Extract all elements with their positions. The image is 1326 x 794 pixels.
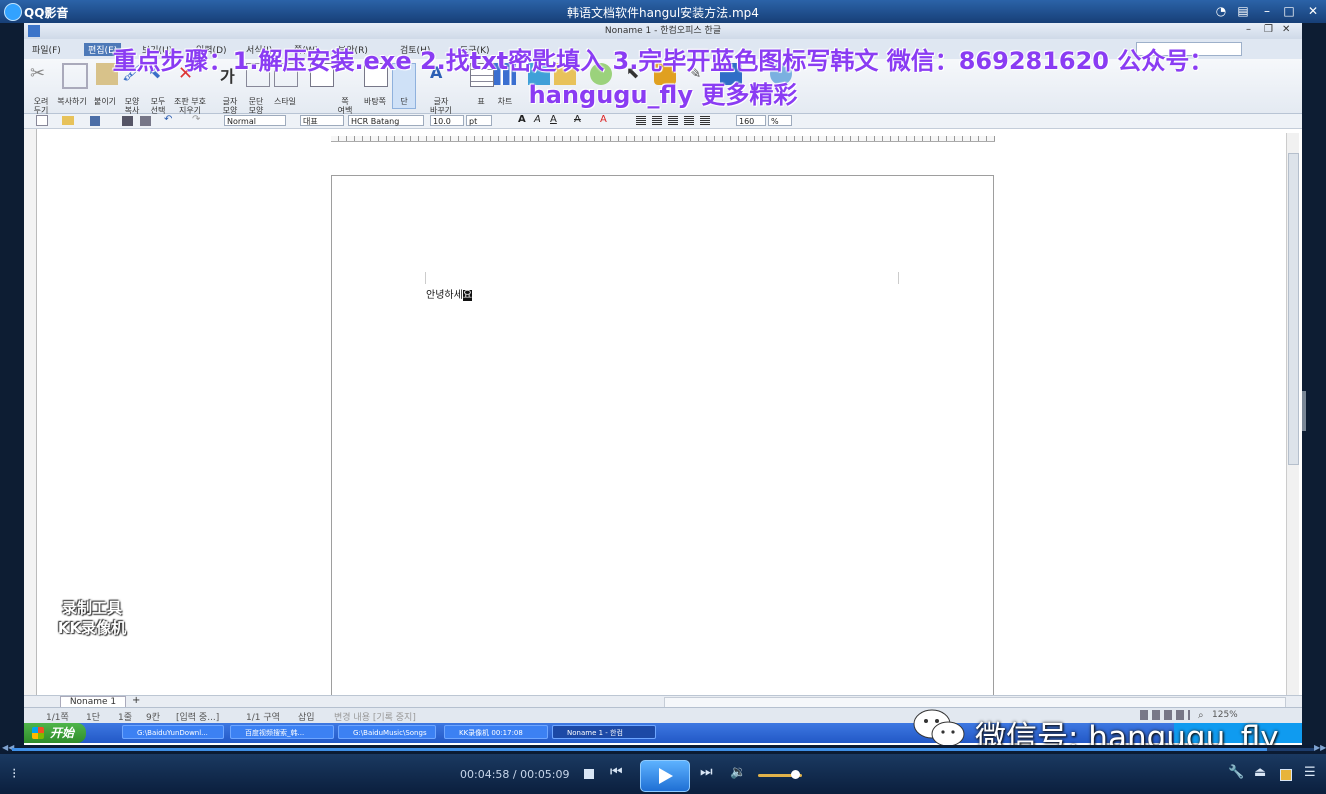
font-size-input[interactable]: 10.0 (430, 115, 464, 126)
horizontal-ruler (331, 129, 995, 142)
recorder-watermark-line-1: 录制工具 (61, 599, 122, 617)
redo-icon[interactable]: ↷ (192, 114, 200, 125)
recorder-watermark-line-2: KK录像机 (57, 619, 127, 637)
justify-icon[interactable] (636, 116, 646, 125)
seek-bar[interactable]: ◀◀ ▶▶ (0, 743, 1326, 754)
document-page[interactable]: 안녕하세요 (331, 175, 994, 721)
status-track-changes[interactable]: 변경 내용 [기록 중지] (334, 710, 416, 723)
playlist-icon[interactable]: ☰ (1304, 765, 1316, 780)
caption-line-1: 重点步骤：1.解压安装.exe 2.找txt密匙填入 3.完毕开蓝色图标写韩文 … (112, 47, 1214, 75)
distribute-icon[interactable] (700, 116, 710, 125)
vertical-ruler (24, 129, 37, 719)
font-select[interactable]: HCR Batang (348, 115, 424, 126)
total-time: 00:05:09 (520, 768, 570, 781)
time-separator: / (509, 768, 521, 781)
play-icon (659, 768, 673, 784)
player-title-bar: QQ影音 韩语文档软件hangul安装方法.mp4 ◔ ▤ – □ ✕ (0, 0, 1326, 23)
hangul-close-button[interactable]: ✕ (1282, 24, 1290, 35)
settings-wrench-icon[interactable]: 🔧 (1228, 765, 1244, 780)
font-color-icon[interactable]: A (600, 114, 607, 125)
play-button[interactable] (640, 760, 690, 792)
caption-line-2: hangugu_fly 更多精彩 (528, 81, 798, 109)
previous-button[interactable]: ⏮ (610, 764, 623, 780)
status-line: 1줄 (118, 713, 133, 723)
language-select[interactable]: 대표 (300, 115, 344, 126)
status-char: 9칸 (146, 713, 161, 723)
undo-icon[interactable]: ↶ (164, 114, 172, 125)
next-button[interactable]: ⏭ (700, 764, 713, 780)
align-left-icon[interactable] (652, 116, 662, 125)
video-border-right (1300, 23, 1326, 745)
save-icon[interactable] (90, 116, 100, 126)
video-border-left (0, 23, 24, 745)
skin-icon[interactable] (1280, 769, 1292, 781)
italic-icon[interactable]: A (534, 114, 541, 125)
volume-knob[interactable] (790, 770, 800, 779)
margin-mark-left (425, 272, 426, 284)
player-file-title: 韩语文档软件hangul安装方法.mp4 (567, 6, 759, 20)
taskbar-item-browser[interactable]: 百度视频搜索_韩... (230, 725, 334, 739)
minimize-button[interactable]: – (1258, 3, 1276, 19)
format-toolbar: ↶ ↷ Normal 대표 HCR Batang 10.0 pt A A A A… (24, 114, 1302, 129)
line-spacing-unit[interactable]: % (768, 115, 792, 126)
vertical-scrollbar[interactable] (1286, 133, 1299, 719)
recorder-watermark: 录制工具 KK录像机 (46, 598, 138, 638)
status-input-state: [입력 중...] (176, 713, 220, 723)
taskbar-item-recorder[interactable]: KK录像机 00:17:08 (444, 725, 548, 739)
hangul-restore-button[interactable]: ❐ (1264, 24, 1273, 35)
scrollbar-thumb[interactable] (1288, 153, 1299, 465)
maximize-button[interactable]: □ (1280, 3, 1298, 19)
bold-icon[interactable]: A (518, 114, 526, 125)
document-workarea: 안녕하세요 (24, 129, 1302, 721)
current-time: 00:04:58 (460, 768, 510, 781)
seek-forward-icon[interactable]: ▶▶ (1314, 743, 1326, 752)
underline-icon[interactable]: A (550, 114, 557, 125)
status-page: 1/1쪽 (46, 713, 69, 723)
align-right-icon[interactable] (684, 116, 694, 125)
menu-icon[interactable]: ▤ (1234, 3, 1252, 19)
chat-icon[interactable]: ◔ (1212, 3, 1230, 19)
stop-button[interactable] (584, 769, 594, 779)
seek-progress-fill (12, 748, 1268, 751)
print-icon[interactable] (122, 116, 133, 126)
status-section: 1/1 구역 (246, 713, 280, 723)
style-select[interactable]: Normal (224, 115, 286, 126)
line-spacing-input[interactable]: 160 (736, 115, 766, 126)
taskbar-item-folder-1[interactable]: G:\BaiduYunDownl... (122, 725, 224, 739)
video-frame: Noname 1 - 한컴오피스 한글 – ❐ ✕ 파일(F) 편집(E) 보기… (24, 23, 1302, 745)
instruction-caption: 重点步骤：1.解压安装.exe 2.找txt密匙填入 3.完毕开蓝色图标写韩文 … (0, 44, 1326, 112)
open-folder-icon[interactable] (62, 116, 74, 125)
close-button[interactable]: ✕ (1304, 3, 1322, 19)
seek-track[interactable] (12, 748, 1314, 751)
font-size-unit[interactable]: pt (466, 115, 492, 126)
hangul-app-icon (28, 25, 40, 37)
strikethrough-icon[interactable]: A (574, 114, 581, 125)
preview-icon[interactable] (140, 116, 151, 126)
add-tab-icon[interactable]: + (132, 695, 140, 706)
start-label: 开始 (50, 726, 75, 740)
status-column: 1단 (86, 713, 101, 723)
document-text-content: 안녕하세 (426, 290, 463, 301)
volume-icon[interactable]: 🔉 (730, 765, 746, 780)
status-insert-mode[interactable]: 삽입 (298, 710, 315, 723)
footprint-icon[interactable]: ⁝ (12, 766, 16, 782)
hangul-minimize-button[interactable]: – (1246, 24, 1251, 35)
taskbar-item-hangul[interactable]: Noname 1 - 한컴 (552, 725, 656, 739)
new-document-icon[interactable] (36, 115, 48, 126)
document-text[interactable]: 안녕하세요 (426, 286, 473, 301)
hangul-window-title: Noname 1 - 한컴오피스 한글 (24, 23, 1302, 39)
text-cursor-selection: 요 (462, 290, 473, 301)
margin-mark-right (898, 272, 899, 284)
taskbar-item-folder-2[interactable]: G:\BaiduMusic\Songs (338, 725, 436, 739)
windows-logo-icon (32, 727, 44, 739)
player-controls: ⁝ 00:04:58 / 00:05:09 ⏮ ⏭ 🔉 🔧 ⏏ ☰ (0, 754, 1326, 794)
align-center-icon[interactable] (668, 116, 678, 125)
playback-time: 00:04:58 / 00:05:09 (460, 768, 570, 781)
eject-icon[interactable]: ⏏ (1254, 765, 1266, 780)
